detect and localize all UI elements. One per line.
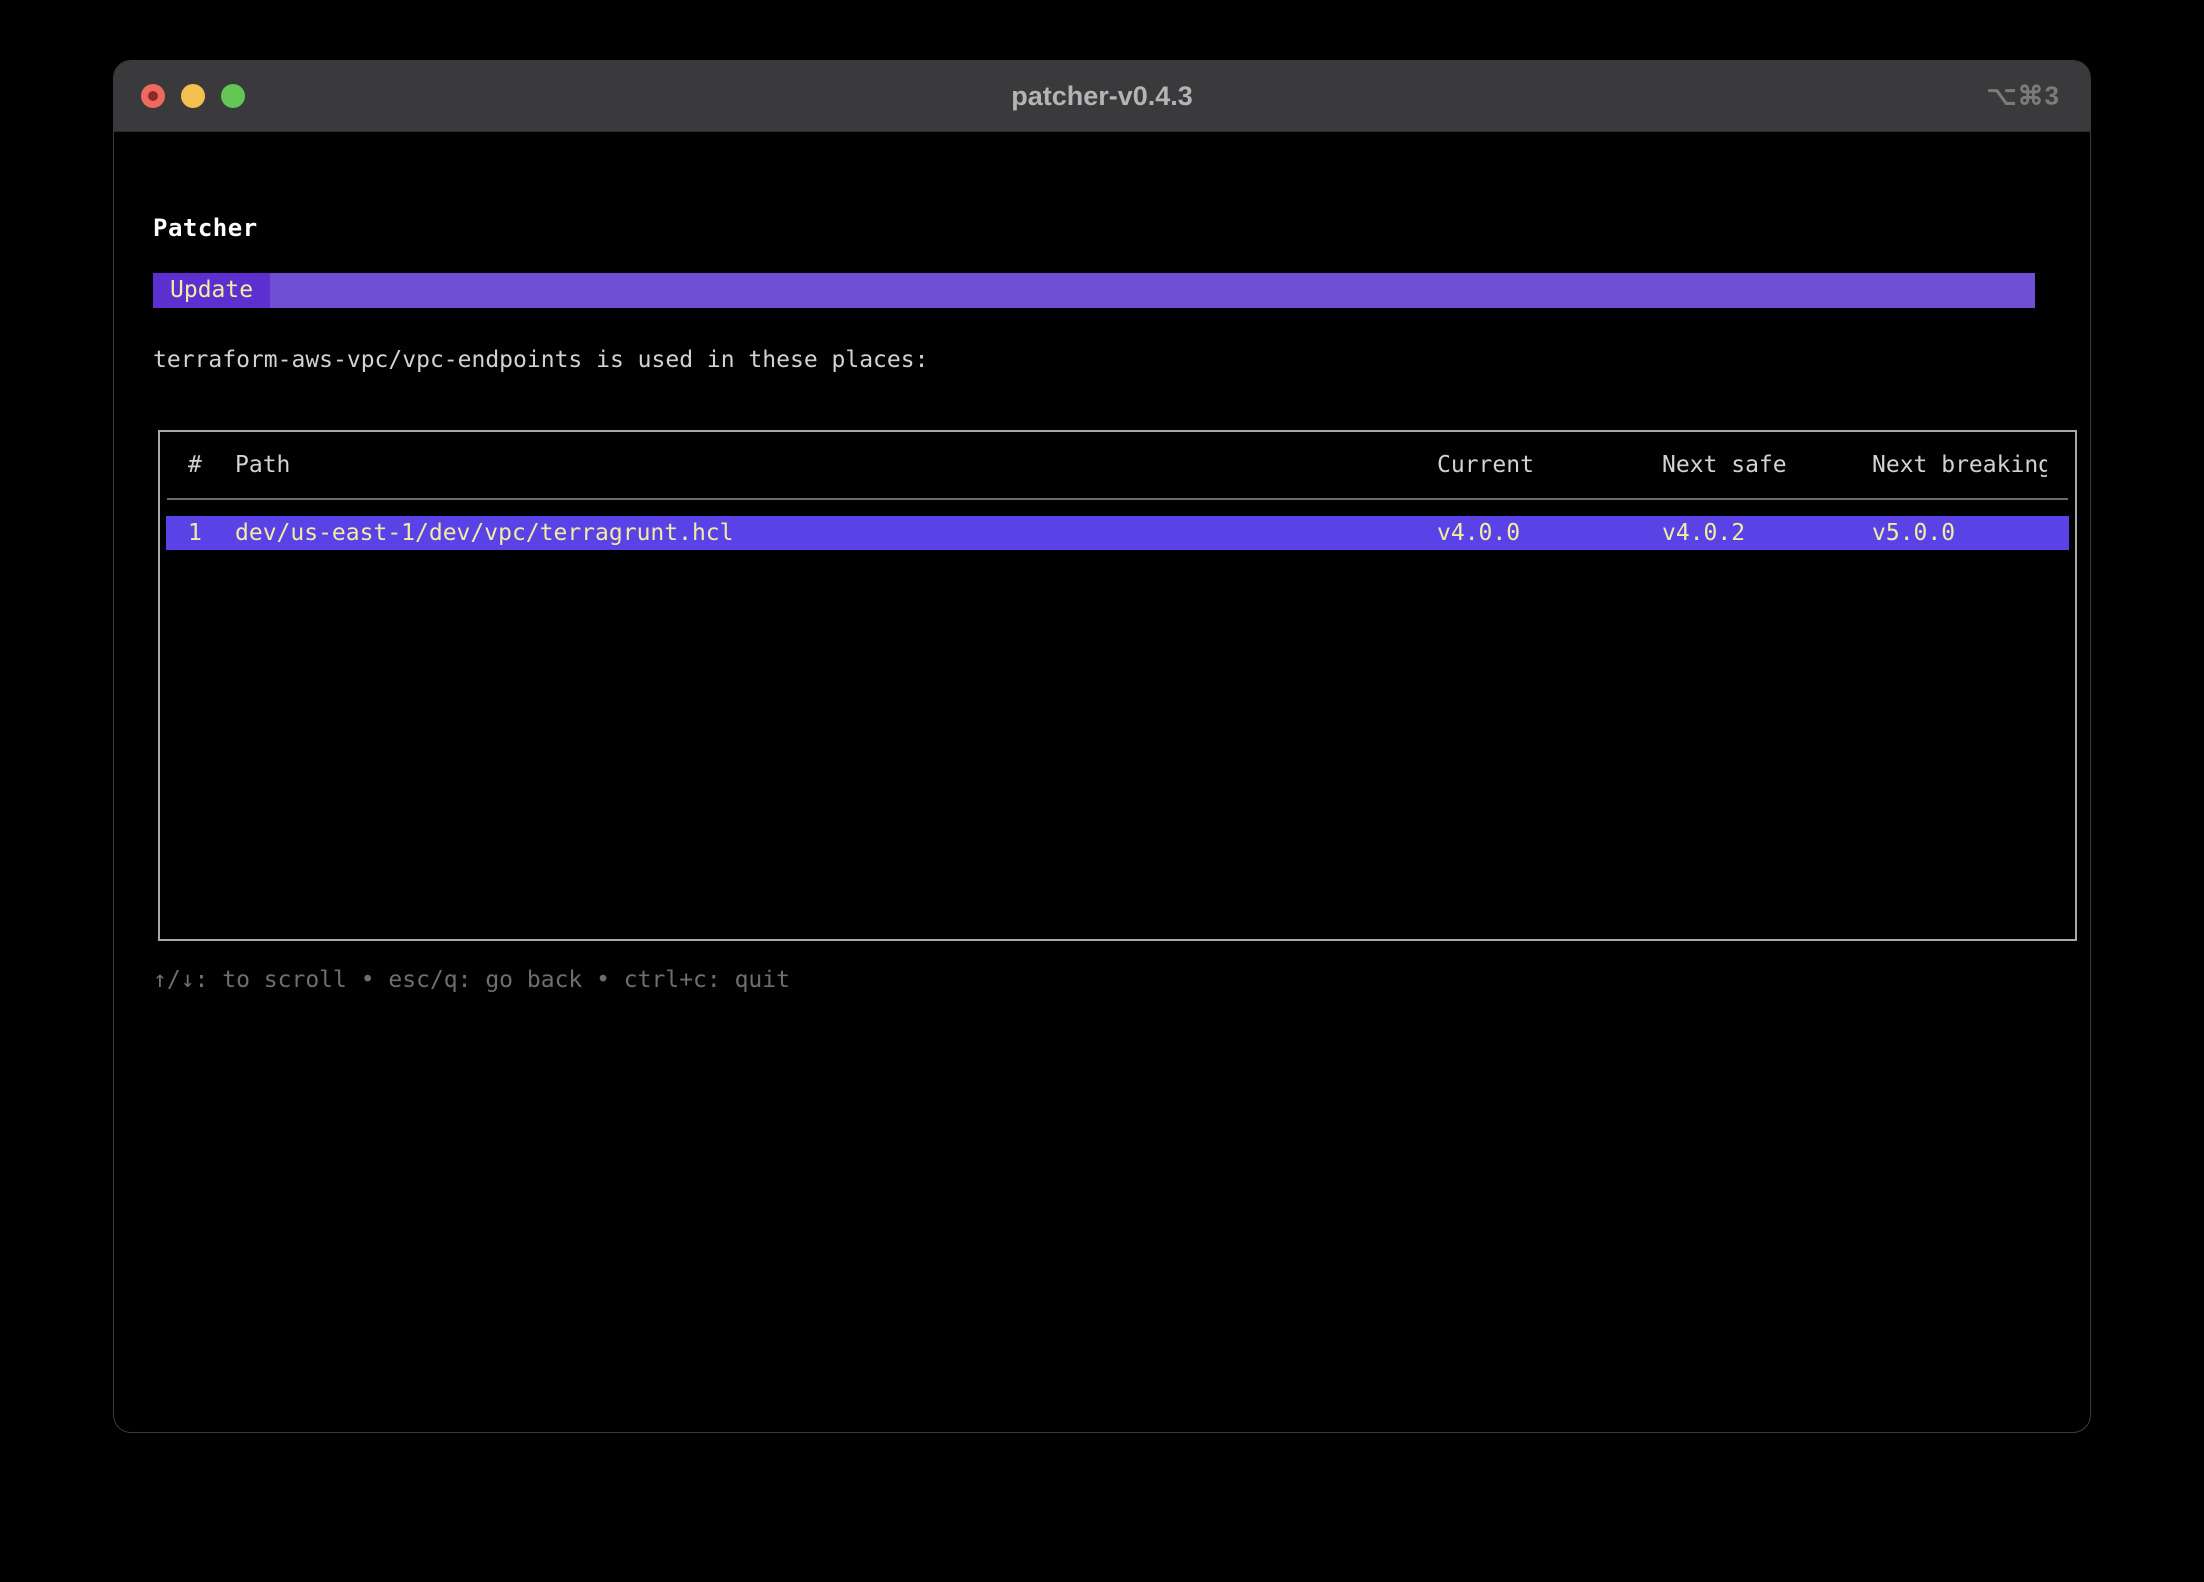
terminal-window: patcher-v0.4.3 ⌥⌘3 Patcher Update terraf… <box>113 60 2091 1433</box>
column-header-current: Current <box>1437 452 1662 478</box>
column-header-path: Path <box>235 452 1437 478</box>
table-row-selected[interactable]: 1 dev/us-east-1/dev/vpc/terragrunt.hcl v… <box>166 516 2069 550</box>
column-header-next-breaking: Next breaking <box>1872 452 2047 478</box>
column-header-num: # <box>188 452 235 478</box>
titlebar[interactable]: patcher-v0.4.3 ⌥⌘3 <box>114 61 2090 132</box>
row-current-version: v4.0.0 <box>1437 520 1662 546</box>
close-button[interactable] <box>141 84 165 108</box>
zoom-button[interactable] <box>221 84 245 108</box>
row-path: dev/us-east-1/dev/vpc/terragrunt.hcl <box>235 520 1437 546</box>
row-num: 1 <box>188 520 235 546</box>
usage-table: # Path Current Next safe Next breaking 1… <box>158 430 2077 941</box>
table-header-row: # Path Current Next safe Next breaking <box>160 432 2075 498</box>
app-heading: Patcher <box>153 214 2056 242</box>
tab-update[interactable]: Update <box>153 273 270 308</box>
minimize-button[interactable] <box>181 84 205 108</box>
terminal-content: Patcher Update terraform-aws-vpc/vpc-end… <box>114 132 2090 993</box>
keybinding-help: ↑/↓: to scroll • esc/q: go back • ctrl+c… <box>153 967 2056 993</box>
row-next-safe-version: v4.0.2 <box>1662 520 1872 546</box>
header-separator <box>167 498 2068 500</box>
window-shortcut-badge: ⌥⌘3 <box>1987 81 2060 112</box>
usage-description: terraform-aws-vpc/vpc-endpoints is used … <box>153 347 2056 373</box>
window-title: patcher-v0.4.3 <box>1011 81 1193 112</box>
tab-bar: Update <box>153 273 2035 308</box>
tab-bar-filler <box>270 273 2035 308</box>
column-header-next-safe: Next safe <box>1662 452 1872 478</box>
row-next-breaking-version: v5.0.0 <box>1872 520 2047 546</box>
traffic-lights <box>141 61 245 131</box>
